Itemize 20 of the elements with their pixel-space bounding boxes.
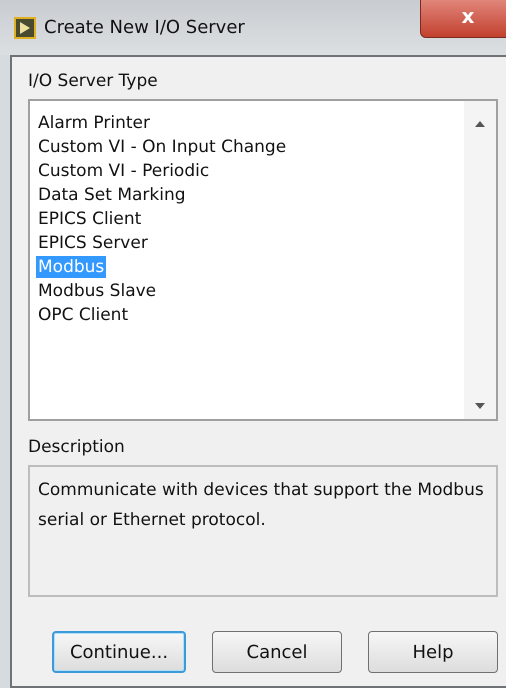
- description-label: Description: [28, 437, 126, 457]
- dialog-button[interactable]: Continue...: [52, 631, 186, 673]
- list-item[interactable]: Modbus Slave: [36, 280, 158, 302]
- dialog-button[interactable]: Cancel: [212, 631, 342, 673]
- list-item[interactable]: Custom VI - Periodic: [36, 160, 212, 182]
- description-text: Communicate with devices that support the Modbus serial or Ethernet protocol.: [38, 480, 484, 530]
- window-title: Create New I/O Server: [44, 17, 245, 38]
- scroll-up-icon[interactable]: [475, 121, 485, 127]
- app-icon: [14, 16, 36, 38]
- list-item[interactable]: OPC Client: [36, 304, 130, 326]
- list-item[interactable]: Custom VI - On Input Change: [36, 136, 288, 158]
- close-button[interactable]: x: [420, 0, 506, 38]
- list-item[interactable]: EPICS Client: [36, 208, 144, 230]
- list-item[interactable]: EPICS Server: [36, 232, 150, 254]
- list-item[interactable]: Data Set Marking: [36, 184, 188, 206]
- dialog-button[interactable]: Help: [368, 631, 498, 673]
- scroll-down-icon[interactable]: [475, 403, 485, 409]
- scrollbar[interactable]: [464, 101, 496, 419]
- list-item[interactable]: Alarm Printer: [36, 112, 152, 134]
- list-label: I/O Server Type: [28, 71, 159, 91]
